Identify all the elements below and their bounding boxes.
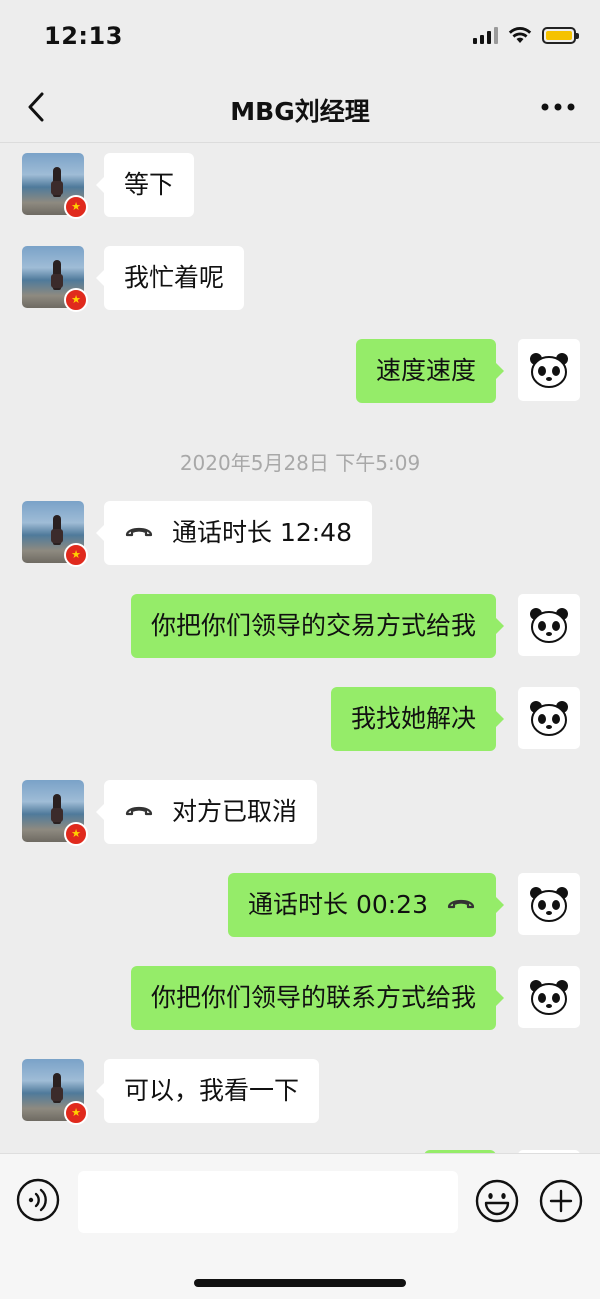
message-bubble[interactable]: 你把你们领导的交易方式给我 — [130, 594, 505, 658]
message-bubble[interactable]: 我忙着呢 — [95, 246, 245, 310]
message-text: 速度速度 — [375, 356, 476, 385]
message-text: 我找她解决 — [350, 704, 476, 733]
input-bar — [0, 1153, 600, 1299]
call-text: 对方已取消 — [172, 797, 298, 826]
phone-hangup-icon — [447, 899, 475, 909]
panda-icon — [530, 701, 568, 736]
flag-badge-icon: ★ — [64, 288, 88, 312]
contact-avatar[interactable]: ★ — [22, 501, 88, 567]
message-input[interactable] — [78, 1171, 458, 1233]
plus-icon[interactable] — [538, 1178, 584, 1224]
self-avatar[interactable] — [518, 594, 580, 656]
message-bubble[interactable]: 你把你们领导的联系方式给我 — [130, 966, 505, 1030]
panda-icon — [530, 980, 568, 1015]
timestamp: 2020年5月28日 下午5:09 — [179, 451, 421, 475]
phone-hangup-icon — [125, 806, 153, 816]
message-row: ★ 可以，我看一下 — [0, 1059, 600, 1125]
message-row: ★ 我忙着呢 — [0, 246, 600, 312]
call-bubble[interactable]: 通话时长 00:23 — [228, 873, 504, 937]
message-text: 你把你们领导的联系方式给我 — [150, 983, 476, 1012]
emoji-icon[interactable] — [474, 1178, 520, 1224]
flag-badge-icon: ★ — [64, 195, 88, 219]
self-avatar[interactable] — [518, 687, 580, 749]
contact-avatar[interactable]: ★ — [22, 780, 88, 846]
panda-icon — [530, 353, 568, 388]
call-bubble[interactable]: 对方已取消 — [95, 780, 318, 844]
message-bubble[interactable]: 速度速度 — [355, 339, 505, 403]
contact-avatar[interactable]: ★ — [22, 246, 88, 312]
message-row: 你把你们领导的交易方式给我 — [0, 594, 600, 660]
voice-icon[interactable] — [16, 1178, 60, 1222]
self-avatar[interactable] — [518, 873, 580, 935]
message-text: 你把你们领导的交易方式给我 — [150, 611, 476, 640]
message-text: 等下 — [124, 170, 175, 199]
message-row: ★ 通话时长 12:48 — [0, 501, 600, 567]
message-row: 通话时长 00:23 — [0, 873, 600, 939]
status-bar: 12:13 — [0, 0, 600, 72]
call-text: 通话时长 12:48 — [172, 518, 352, 547]
message-text: 我忙着呢 — [124, 263, 225, 292]
self-avatar[interactable] — [518, 339, 580, 401]
message-row: ★ 对方已取消 — [0, 780, 600, 846]
phone-hangup-icon — [125, 527, 153, 537]
status-time: 12:13 — [44, 22, 123, 50]
more-dots-icon[interactable] — [540, 102, 576, 112]
wifi-icon — [508, 27, 532, 43]
message-row: 你把你们领导的联系方式给我 — [0, 966, 600, 1032]
message-row: 速度速度 — [0, 339, 600, 405]
contact-avatar[interactable]: ★ — [22, 1059, 88, 1125]
status-icons — [473, 26, 579, 44]
battery-level — [546, 30, 572, 40]
flag-badge-icon: ★ — [64, 822, 88, 846]
message-bubble[interactable]: 可以，我看一下 — [95, 1059, 320, 1123]
chat-title: MBG刘经理 — [230, 97, 370, 126]
message-bubble[interactable]: 等下 — [95, 153, 195, 217]
contact-avatar[interactable]: ★ — [22, 153, 88, 219]
flag-badge-icon: ★ — [64, 543, 88, 567]
message-list[interactable]: ★ 等下 ★ 我忙着呢 速度速度 2020年5月28日 下午5:09 ★ 通话时… — [0, 143, 600, 1153]
chat-screen: 12:13 MBG刘经理 ★ 等下 ★ 我忙着呢 速度速度 2020年5月28日… — [0, 0, 600, 1299]
message-row: 我找她解决 — [0, 687, 600, 753]
nav-bar: MBG刘经理 — [0, 72, 600, 143]
call-text: 通话时长 00:23 — [248, 890, 428, 919]
panda-icon — [530, 608, 568, 643]
call-bubble[interactable]: 通话时长 12:48 — [96, 501, 372, 565]
self-avatar[interactable] — [518, 966, 580, 1028]
message-bubble[interactable]: 我找她解决 — [330, 687, 505, 751]
flag-badge-icon: ★ — [64, 1101, 88, 1125]
home-indicator[interactable] — [194, 1279, 406, 1287]
panda-icon — [530, 887, 568, 922]
battery-icon — [542, 26, 579, 44]
message-row: ★ 等下 — [0, 153, 600, 219]
message-text: 可以，我看一下 — [124, 1076, 300, 1105]
signal-icon — [473, 26, 498, 44]
